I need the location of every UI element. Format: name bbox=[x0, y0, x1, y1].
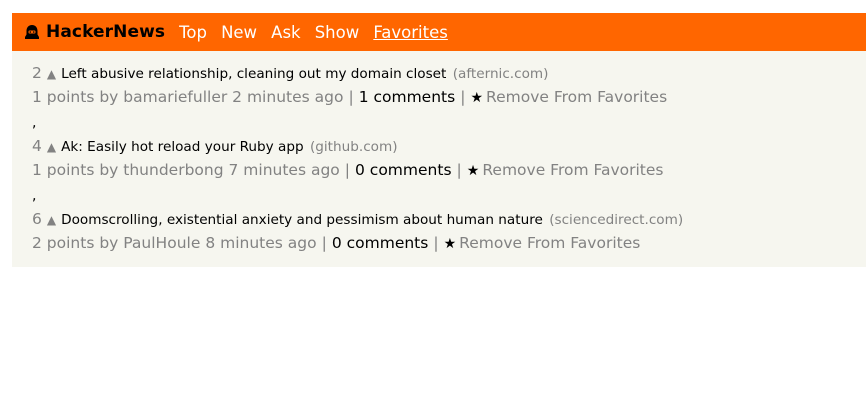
remove-favorite-button[interactable]: ★ Remove From Favorites bbox=[444, 234, 641, 252]
story-title-link[interactable]: Doomscrolling, existential anxiety and p… bbox=[61, 212, 543, 228]
nav-new[interactable]: New bbox=[221, 23, 257, 42]
story-subtext: 1 points by thunderbong 7 minutes ago | 0 … bbox=[32, 160, 866, 180]
story-user-link[interactable]: PaulHoule bbox=[123, 234, 200, 252]
story-comments-link[interactable]: 0 comments bbox=[355, 161, 452, 179]
upvote-icon[interactable]: ▲ bbox=[47, 67, 56, 81]
story-item: 6 ▲ Doomscrolling, existential anxiety and… bbox=[32, 210, 866, 253]
remove-favorite-label: Remove From Favorites bbox=[486, 88, 668, 106]
brand-name: HackerNews bbox=[46, 22, 166, 42]
story-title-line: 2 ▲ Left abusive relationship, cleaning ou… bbox=[32, 64, 866, 87]
story-subtext: 1 points by bamariefuller 2 minutes ago |… bbox=[32, 87, 866, 107]
story-points: 1 points by bbox=[32, 161, 119, 179]
upvote-icon[interactable]: ▲ bbox=[47, 140, 56, 154]
story-user-link[interactable]: bamariefuller bbox=[123, 88, 227, 106]
story-site: (afternic.com) bbox=[452, 66, 549, 82]
story-comments-link[interactable]: 0 comments bbox=[332, 234, 429, 252]
home-logo[interactable]: HackerNews bbox=[24, 22, 165, 42]
hacker-hood-icon bbox=[24, 24, 40, 40]
remove-favorite-label: Remove From Favorites bbox=[459, 234, 641, 252]
nav-links: Top New Ask Show Favorites bbox=[179, 23, 457, 42]
story-subtext: 2 points by PaulHoule 8 minutes ago | 0 co… bbox=[32, 233, 866, 253]
story-title-line: 4 ▲ Ak: Easily hot reload your Ruby app (g… bbox=[32, 137, 866, 160]
story-age: 7 minutes ago bbox=[228, 161, 340, 179]
star-icon: ★ bbox=[470, 90, 483, 106]
story-item: 2 ▲ Left abusive relationship, cleaning ou… bbox=[32, 64, 866, 107]
favorites-list: 2 ▲ Left abusive relationship, cleaning ou… bbox=[12, 51, 866, 267]
separator: | bbox=[344, 161, 351, 179]
story-item: 4 ▲ Ak: Easily hot reload your Ruby app (g… bbox=[32, 137, 866, 180]
nav-top[interactable]: Top bbox=[179, 23, 207, 42]
story-title-line: 6 ▲ Doomscrolling, existential anxiety and… bbox=[32, 210, 866, 233]
remove-favorite-button[interactable]: ★ Remove From Favorites bbox=[467, 161, 664, 179]
nav-favorites[interactable]: Favorites bbox=[373, 23, 448, 42]
star-icon: ★ bbox=[466, 163, 480, 179]
story-age: 8 minutes ago bbox=[205, 234, 317, 252]
list-separator: , bbox=[32, 188, 37, 204]
story-title-link[interactable]: Ak: Easily hot reload your Ruby app bbox=[61, 139, 304, 155]
upvote-icon[interactable]: ▲ bbox=[47, 213, 56, 227]
separator: | bbox=[321, 234, 327, 252]
story-rank: 4 bbox=[32, 137, 42, 155]
remove-favorite-label: Remove From Favorites bbox=[482, 161, 664, 179]
story-rank: 6 bbox=[32, 210, 42, 228]
separator: | bbox=[348, 88, 354, 106]
list-separator: , bbox=[32, 115, 37, 131]
story-points: 1 points by bbox=[32, 88, 119, 106]
story-comments-link[interactable]: 1 comments bbox=[359, 88, 456, 106]
story-points: 2 points by bbox=[32, 234, 119, 252]
top-nav-bar: HackerNews Top New Ask Show Favorites bbox=[12, 13, 866, 51]
separator: | bbox=[456, 161, 462, 179]
story-site: (github.com) bbox=[309, 139, 398, 155]
story-age: 2 minutes ago bbox=[232, 88, 344, 106]
story-user-link[interactable]: thunderbong bbox=[123, 161, 223, 179]
star-icon: ★ bbox=[443, 236, 457, 252]
separator: | bbox=[433, 234, 439, 252]
story-rank: 2 bbox=[32, 64, 42, 82]
remove-favorite-button[interactable]: ★ Remove From Favorites bbox=[470, 88, 667, 106]
story-site: (sciencedirect.com) bbox=[549, 212, 684, 228]
nav-ask[interactable]: Ask bbox=[271, 23, 300, 42]
app-container: HackerNews Top New Ask Show Favorites 2 ▲… bbox=[12, 13, 866, 267]
nav-show[interactable]: Show bbox=[315, 23, 360, 42]
story-title-link[interactable]: Left abusive relationship, cleaning out … bbox=[61, 66, 446, 82]
separator: | bbox=[460, 88, 466, 106]
